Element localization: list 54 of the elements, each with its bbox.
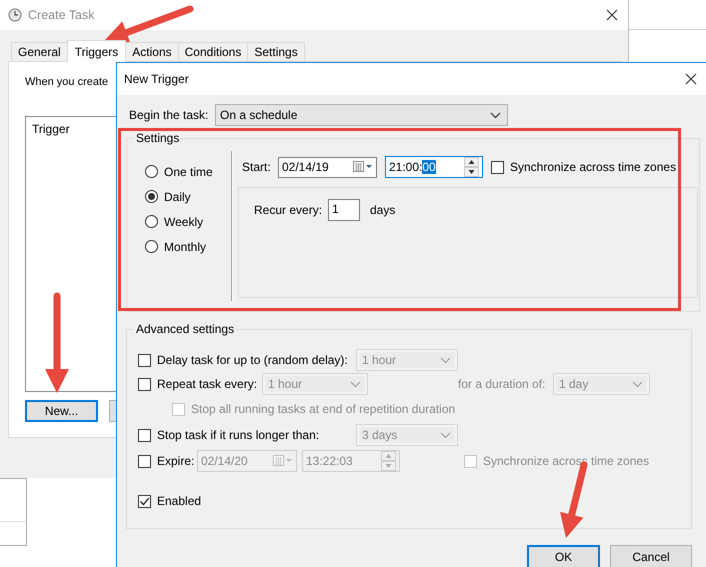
radio-button[interactable] [145, 190, 158, 203]
input-field[interactable]: 1 [328, 199, 360, 221]
radio-label: Monthly [164, 240, 206, 254]
checkbox[interactable] [491, 160, 504, 174]
checkbox-label: Repeat task every: [157, 377, 258, 391]
description-text: When you create [25, 76, 108, 88]
radio-label: Daily [164, 190, 191, 204]
chevron-down-icon [632, 380, 643, 388]
clock-icon [8, 8, 22, 22]
dialog-button[interactable]: OK [527, 545, 600, 567]
tab[interactable]: Settings [247, 42, 305, 61]
checkbox-label: Expire: [157, 454, 196, 468]
calendar-icon [353, 161, 373, 173]
checkbox-label: Delay task for up to (random delay): [157, 353, 349, 367]
chevron-down-icon [440, 432, 451, 438]
checkbox-label: Stop task if it runs longer than: [157, 428, 320, 442]
checkbox[interactable] [138, 454, 151, 468]
radio-label: Weekly [164, 214, 204, 228]
field-label: Begin the task: [129, 108, 210, 122]
window-title: Create Task [28, 8, 96, 22]
close-icon [606, 9, 618, 21]
date-field[interactable]: 02/14/19 [278, 156, 377, 178]
group-label: Advanced settings [134, 322, 236, 336]
checkbox-label: Stop all running tasks at end of repetition duration [191, 402, 456, 416]
new-button[interactable]: New... [25, 400, 98, 422]
radio-button[interactable] [145, 215, 158, 228]
time-field[interactable]: 21:00:00 [385, 156, 483, 178]
spin-buttons-icon [464, 157, 479, 177]
chevron-down-icon [490, 112, 501, 118]
checkbox-label: Synchronize across time zones [510, 160, 676, 174]
chevron-down-icon [440, 356, 451, 364]
chevron-down-icon [350, 380, 361, 388]
checkbox[interactable] [138, 494, 151, 508]
dropdown[interactable]: On a schedule [215, 104, 508, 126]
spin-buttons-icon [381, 451, 396, 471]
radio-button[interactable] [145, 240, 158, 253]
unit-label: days [370, 203, 396, 217]
dialog-title: New Trigger [124, 72, 189, 86]
column-header: Trigger [32, 122, 71, 136]
calendar-icon [273, 455, 293, 467]
checkbox[interactable] [138, 354, 151, 366]
radio-label: One time [164, 164, 213, 178]
field-label: for a duration of: [458, 377, 546, 391]
checkbox[interactable] [138, 428, 151, 442]
tab[interactable]: Triggers [66, 40, 126, 62]
checkbox[interactable] [138, 378, 151, 390]
field-label: Start: [242, 160, 272, 174]
checkmark-icon [139, 496, 150, 506]
close-icon [685, 73, 697, 85]
tab[interactable]: General [11, 42, 68, 61]
radio-button[interactable] [145, 165, 158, 178]
field-label: Recur every: [254, 203, 324, 217]
checkbox-label: Enabled [157, 494, 202, 508]
dialog-button[interactable]: Cancel [610, 545, 692, 567]
